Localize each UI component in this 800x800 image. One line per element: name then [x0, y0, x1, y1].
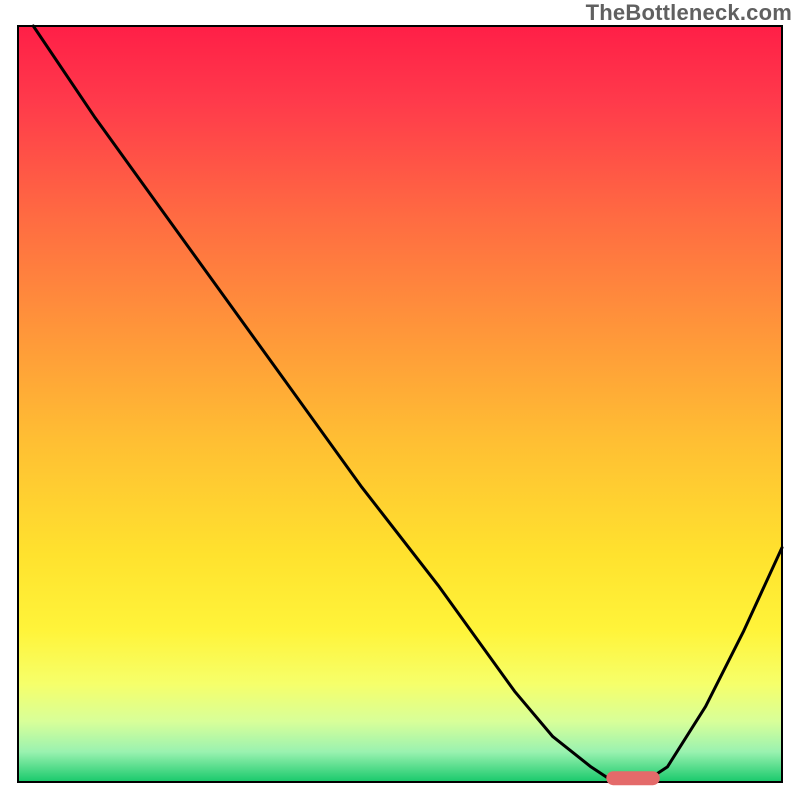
chart-container: TheBottleneck.com [0, 0, 800, 800]
bottleneck-chart [0, 0, 800, 800]
plot-background [18, 26, 782, 782]
watermark-text: TheBottleneck.com [586, 0, 792, 26]
optimal-range-marker [606, 771, 660, 785]
